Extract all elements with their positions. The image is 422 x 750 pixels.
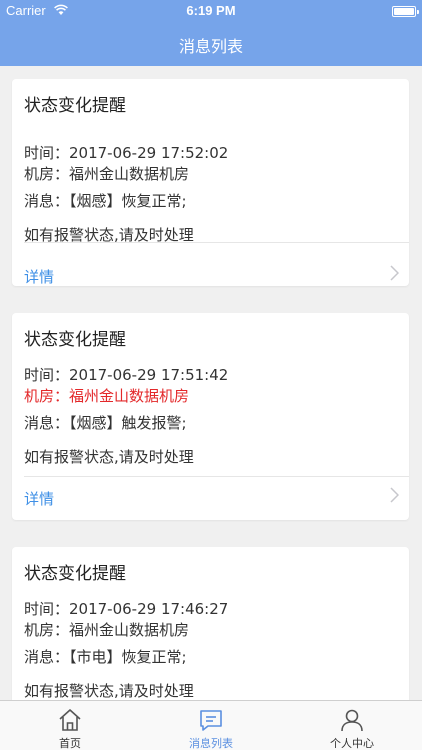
navigation-header: Carrier 6:19 PM 消息列表 — [0, 0, 422, 66]
message-content: 消息：【烟感】恢复正常; — [24, 192, 187, 210]
message-card: 状态变化提醒 时间：2017-06-29 17:52:02 机房：福州金山数据机… — [12, 79, 409, 286]
tab-home-label: 首页 — [59, 737, 81, 750]
chevron-right-icon[interactable] — [390, 265, 399, 281]
card-divider — [24, 476, 409, 477]
tab-profile[interactable]: 个人中心 — [282, 701, 422, 750]
message-room: 机房：福州金山数据机房 — [24, 165, 190, 183]
message-time: 时间：2017-06-29 17:46:27 — [24, 600, 229, 618]
message-card: 状态变化提醒 时间：2017-06-29 17:46:27 机房：福州金山数据机… — [12, 547, 409, 700]
message-time: 时间：2017-06-29 17:51:42 — [24, 366, 229, 384]
tab-home[interactable]: 首页 — [0, 701, 140, 750]
message-title: 状态变化提醒 — [24, 330, 126, 350]
message-card: 状态变化提醒 时间：2017-06-29 17:51:42 机房：福州金山数据机… — [12, 313, 409, 520]
tab-bar: 首页 消息列表 个人中心 — [0, 700, 422, 750]
detail-link[interactable]: 详情 — [24, 488, 54, 509]
person-icon — [341, 709, 363, 732]
status-bar: Carrier 6:19 PM — [0, 0, 422, 22]
message-note: 如有报警状态,请及时处理 — [24, 682, 194, 700]
message-title: 状态变化提醒 — [24, 96, 126, 116]
message-list[interactable]: 状态变化提醒 时间：2017-06-29 17:52:02 机房：福州金山数据机… — [0, 66, 422, 700]
message-content: 消息：【烟感】触发报警; — [24, 414, 187, 432]
message-content: 消息：【市电】恢复正常; — [24, 648, 187, 666]
message-time: 时间：2017-06-29 17:52:02 — [24, 144, 229, 162]
page-title: 消息列表 — [178, 37, 243, 56]
message-room: 机房：福州金山数据机房 — [24, 387, 190, 405]
detail-link[interactable]: 详情 — [24, 266, 54, 287]
home-icon — [59, 709, 81, 731]
chevron-right-icon[interactable] — [390, 487, 399, 503]
message-icon — [200, 710, 222, 731]
tab-messages[interactable]: 消息列表 — [141, 701, 281, 750]
message-title: 状态变化提醒 — [24, 564, 126, 584]
card-divider — [24, 242, 409, 243]
message-note: 如有报警状态,请及时处理 — [24, 448, 194, 466]
battery-icon — [392, 6, 419, 17]
message-room: 机房：福州金山数据机房 — [24, 621, 190, 639]
tab-messages-label: 消息列表 — [189, 737, 233, 750]
tab-profile-label: 个人中心 — [330, 737, 374, 750]
status-time: 6:19 PM — [186, 3, 236, 18]
